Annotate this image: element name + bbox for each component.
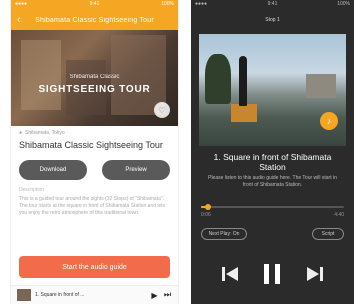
player-nav-title: Stop 1: [265, 17, 280, 23]
audio-player-screen: ●●●● 9:41 100% Stop 1 ♪ 1. Square in fro…: [191, 0, 354, 304]
skip-back-icon[interactable]: [220, 265, 240, 283]
stop-photo: ♪: [199, 34, 346, 146]
total-time: 4:40: [334, 212, 344, 218]
tour-description: This is a guided tour around the sights …: [19, 196, 166, 216]
start-guide-button[interactable]: Start the audio guide: [19, 256, 170, 278]
status-time: 9:41: [89, 1, 100, 7]
nav-bar: ‹ Shibamata Classic Sightseeing Tour: [11, 10, 178, 30]
status-time: 9:41: [267, 1, 278, 7]
mini-player-thumbnail: [17, 289, 31, 301]
description-heading: Description: [19, 187, 45, 193]
nav-title: Shibamata Classic Sightseeing Tour: [35, 16, 154, 24]
audio-icon[interactable]: ♪: [320, 112, 338, 130]
location-label: Shibamata, Tokyo: [25, 130, 65, 136]
autoplay-toggle[interactable]: Next Play: On: [201, 228, 247, 240]
chevron-left-icon[interactable]: ‹: [17, 14, 29, 26]
status-bar: ●●●● 9:41 100%: [11, 0, 178, 10]
tour-detail-screen: ●●●● 9:41 100% ‹ Shibamata Classic Sight…: [10, 0, 179, 304]
status-bar: ●●●● 9:41 100%: [191, 0, 354, 10]
stop-description: Please listen to this audio guide here. …: [208, 175, 337, 188]
progress-knob[interactable]: [205, 204, 212, 210]
script-button[interactable]: Script: [312, 228, 344, 240]
mini-player-title: 1. Square in front of ...: [35, 292, 85, 298]
hero-title: SIGHTSEEING TOUR: [38, 84, 151, 95]
playback-controls: [191, 262, 354, 286]
battery-indicator: 100%: [161, 1, 174, 7]
mini-player[interactable]: 1. Square in front of ... ▶ ⏭: [11, 285, 178, 304]
tour-hero-image: Shibamata Classic SIGHTSEEING TOUR ♡: [11, 30, 178, 126]
location-row: ● Shibamata, Tokyo: [11, 126, 178, 136]
download-button[interactable]: Download: [19, 160, 87, 180]
skip-forward-icon[interactable]: ⏭: [163, 290, 172, 300]
pause-icon[interactable]: [261, 262, 283, 286]
hero-subtitle: Shibamata Classic: [69, 74, 120, 80]
favorite-icon[interactable]: ♡: [154, 102, 170, 118]
battery-indicator: 100%: [337, 1, 350, 7]
skip-forward-icon[interactable]: [305, 265, 325, 283]
stop-title: 1. Square in front of Shibamata Station: [213, 152, 332, 172]
play-icon[interactable]: ▶: [150, 291, 159, 300]
elapsed-time: 0:06: [201, 212, 211, 218]
playback-progress-bar[interactable]: [201, 204, 344, 210]
tour-title: Shibamata Classic Sightseeing Tour: [19, 140, 163, 150]
pin-icon: ●: [19, 130, 23, 136]
preview-button[interactable]: Preview: [102, 160, 170, 180]
